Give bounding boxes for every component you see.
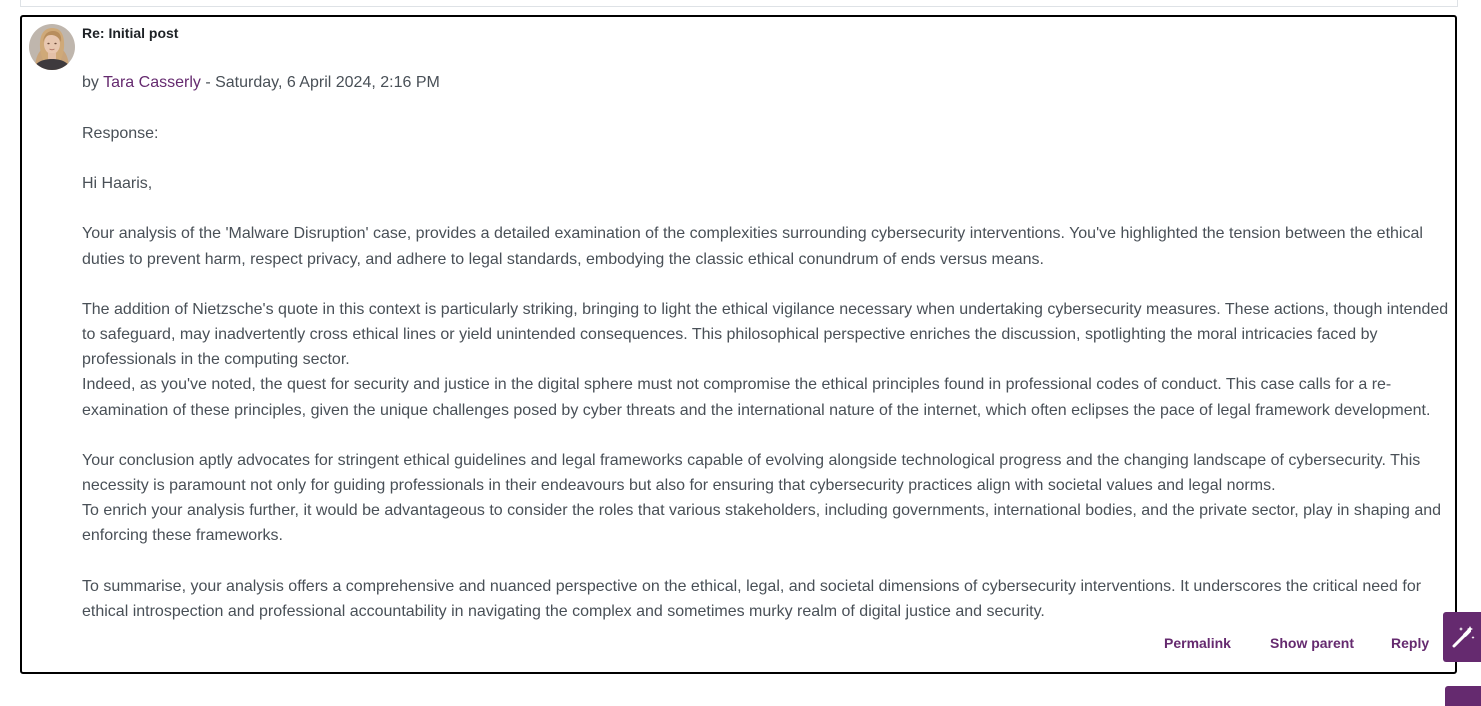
paragraph: To summarise, your analysis offers a com… <box>82 577 1422 620</box>
reply-link[interactable]: Reply <box>1391 635 1429 651</box>
user-avatar-photo <box>29 24 75 70</box>
post-byline: by Tara Casserly - Saturday, 6 April 202… <box>82 74 440 92</box>
bottom-floating-button[interactable] <box>1445 686 1481 706</box>
post-subject: Re: Initial post <box>82 25 179 41</box>
post-content: Response: Hi Haaris, Your analysis of th… <box>82 121 1452 624</box>
paragraph: Hi Haaris, <box>82 175 153 193</box>
show-parent-link[interactable]: Show parent <box>1270 635 1354 651</box>
forum-post: Re: Initial post by Tara Casserly - Satu… <box>20 15 1457 674</box>
magic-wand-icon <box>1452 626 1475 648</box>
permalink-link[interactable]: Permalink <box>1164 635 1231 651</box>
paragraph: Your analysis of the 'Malware Disruption… <box>82 225 1423 268</box>
paragraph: The addition of Nietzsche's quote in thi… <box>82 300 1449 369</box>
paragraph: Indeed, as you've noted, the quest for s… <box>82 376 1431 419</box>
avatar[interactable] <box>29 24 75 70</box>
paragraph: Your conclusion aptly advocates for stri… <box>82 451 1421 495</box>
author-link[interactable]: Tara Casserly <box>103 74 201 91</box>
date-separator: - <box>200 74 216 91</box>
paragraph: Response: <box>82 125 159 142</box>
previous-post-edge <box>20 0 1458 7</box>
magic-wand-button[interactable] <box>1443 612 1481 662</box>
paragraph: To enrich your analysis further, it woul… <box>82 502 1442 545</box>
by-prefix: by <box>82 74 104 91</box>
post-date: Saturday, 6 April 2024, 2:16 PM <box>215 74 440 91</box>
